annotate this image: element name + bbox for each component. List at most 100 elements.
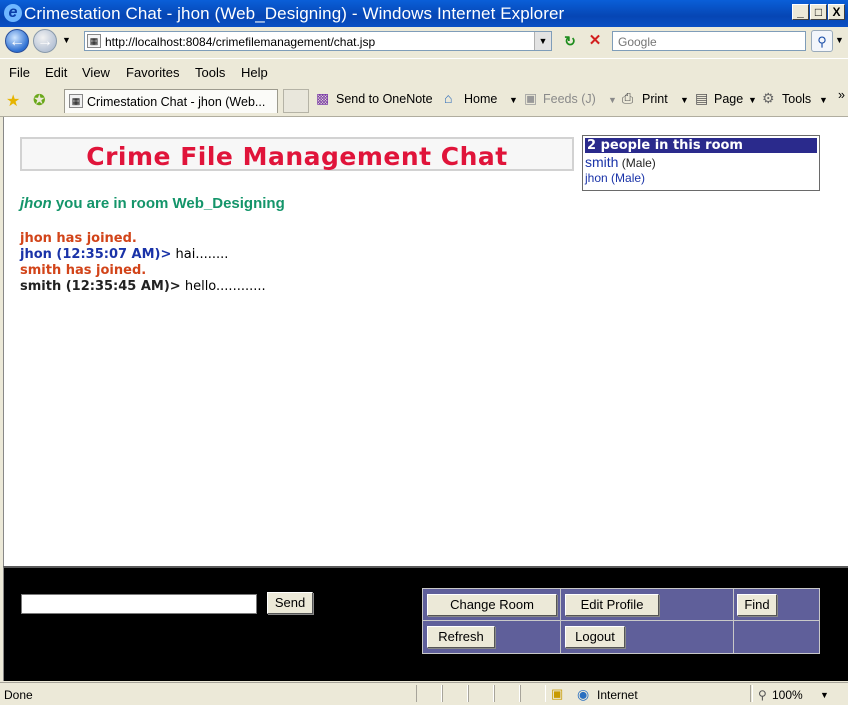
zoom-level[interactable]: 100% bbox=[772, 688, 803, 702]
table-divider bbox=[560, 589, 561, 653]
refresh-button[interactable]: Refresh bbox=[427, 626, 495, 648]
send-button[interactable]: Send bbox=[267, 592, 313, 614]
page-dropdown-icon[interactable]: ▼ bbox=[748, 95, 757, 105]
gear-icon: ⚙ bbox=[762, 90, 775, 106]
feeds-dropdown-icon[interactable]: ▼ bbox=[608, 95, 617, 105]
menu-view[interactable]: View bbox=[82, 65, 110, 80]
room-info: jhon you are in room Web_Designing bbox=[20, 195, 285, 212]
forward-arrow-icon: → bbox=[37, 33, 53, 50]
system-message: smith has joined. bbox=[20, 263, 147, 278]
message-sender: smith (12:35:45 AM)> bbox=[20, 279, 181, 294]
refresh-page-icon[interactable]: ↻ bbox=[560, 31, 580, 51]
menu-help[interactable]: Help bbox=[241, 65, 268, 80]
internet-zone-icon: ◉ bbox=[577, 686, 590, 702]
status-segment bbox=[750, 685, 753, 702]
new-tab-button[interactable] bbox=[283, 89, 309, 113]
protected-mode-icon[interactable]: ▣ bbox=[551, 686, 563, 702]
message-input[interactable] bbox=[21, 594, 257, 614]
menu-favorites[interactable]: Favorites bbox=[126, 65, 179, 80]
chat-message: jhon (12:35:07 AM)> hai........ bbox=[20, 247, 560, 263]
tab-title: Crimestation Chat - jhon (Web... bbox=[87, 95, 266, 109]
home-icon: ⌂ bbox=[444, 90, 453, 106]
tab-command-bar: ★ ✪ ▦ Crimestation Chat - jhon (Web... ▩… bbox=[0, 86, 848, 117]
favorites-star-icon[interactable]: ★ bbox=[6, 91, 20, 111]
window-title: Crimestation Chat - jhon (Web_Designing)… bbox=[24, 4, 565, 23]
person-item[interactable]: smith (Male) bbox=[585, 154, 817, 170]
tools-button[interactable]: Tools bbox=[782, 92, 811, 106]
chat-banner: Crime File Management Chat bbox=[20, 137, 574, 171]
search-input[interactable] bbox=[616, 33, 806, 51]
page-menu-icon: ▤ bbox=[695, 90, 709, 106]
page-icon: ▦ bbox=[87, 34, 101, 48]
toolbar-overflow-icon[interactable]: » bbox=[838, 88, 845, 102]
close-button[interactable]: X bbox=[828, 4, 845, 20]
chat-message: smith (12:35:45 AM)> hello............ bbox=[20, 279, 560, 295]
system-message: jhon has joined. bbox=[20, 231, 137, 246]
ie-logo-icon: e bbox=[4, 4, 22, 22]
maximize-button[interactable]: □ bbox=[810, 4, 827, 20]
people-list: 2 people in this room smith (Male) jhon … bbox=[582, 135, 820, 191]
history-dropdown-icon[interactable]: ▼ bbox=[62, 35, 71, 45]
status-segment bbox=[442, 685, 468, 702]
status-text: Done bbox=[4, 688, 33, 702]
page-button[interactable]: Page bbox=[714, 92, 743, 106]
address-toolbar: ← → ▼ ▦ http://localhost:8084/crimefilem… bbox=[0, 27, 848, 57]
back-arrow-icon: ← bbox=[9, 33, 25, 50]
message-text: hello............ bbox=[180, 279, 266, 294]
status-segment bbox=[494, 685, 520, 702]
status-segment bbox=[416, 685, 442, 702]
address-url[interactable]: http://localhost:8084/crimefilemanagemen… bbox=[105, 35, 375, 49]
menu-tools[interactable]: Tools bbox=[195, 65, 225, 80]
window-title-bar: e Crimestation Chat - jhon (Web_Designin… bbox=[0, 0, 848, 27]
menu-bar: File Edit View Favorites Tools Help bbox=[0, 58, 848, 87]
tools-dropdown-icon[interactable]: ▼ bbox=[819, 95, 828, 105]
tab-page-icon: ▦ bbox=[69, 94, 83, 108]
home-button[interactable]: Home bbox=[464, 92, 497, 106]
table-divider bbox=[733, 589, 734, 653]
send-to-onenote-button[interactable]: Send to OneNote bbox=[336, 92, 433, 106]
change-room-button[interactable]: Change Room bbox=[427, 594, 557, 616]
zoom-icon: ⚲ bbox=[758, 688, 767, 702]
people-count-header: 2 people in this room bbox=[585, 138, 817, 153]
logout-button[interactable]: Logout bbox=[565, 626, 625, 648]
find-button[interactable]: Find bbox=[737, 594, 777, 616]
menu-edit[interactable]: Edit bbox=[45, 65, 67, 80]
address-dropdown-icon[interactable]: ▼ bbox=[534, 32, 551, 50]
back-button[interactable]: ← bbox=[5, 29, 29, 53]
minimize-button[interactable]: _ bbox=[792, 4, 809, 20]
room-text: you are in room Web_Designing bbox=[51, 195, 285, 212]
status-bar: Done ▣ ◉ Internet ⚲ 100% ▼ bbox=[0, 682, 848, 705]
home-dropdown-icon[interactable]: ▼ bbox=[509, 95, 518, 105]
message-text: hai........ bbox=[171, 247, 229, 262]
forward-button[interactable]: → bbox=[33, 29, 57, 53]
edit-profile-button[interactable]: Edit Profile bbox=[565, 594, 659, 616]
table-divider bbox=[423, 620, 819, 621]
security-zone: Internet bbox=[597, 688, 638, 702]
status-segment bbox=[520, 685, 546, 702]
chat-page: Crime File Management Chat jhon you are … bbox=[3, 117, 848, 566]
feeds-icon: ▣ bbox=[524, 90, 538, 106]
print-button[interactable]: Print bbox=[642, 92, 668, 106]
onenote-icon: ▩ bbox=[316, 90, 330, 106]
address-bar[interactable]: ▦ http://localhost:8084/crimefilemanagem… bbox=[84, 31, 552, 51]
search-icon[interactable]: ⚲ bbox=[811, 30, 833, 52]
status-segment bbox=[468, 685, 494, 702]
person-gender: (Male) bbox=[618, 156, 656, 170]
stop-icon[interactable]: ✕ bbox=[585, 31, 605, 51]
menu-file[interactable]: File bbox=[9, 65, 30, 80]
current-user: jhon bbox=[20, 195, 52, 212]
page-title: Crime File Management Chat bbox=[86, 142, 508, 171]
print-icon: ⎙ bbox=[622, 90, 634, 106]
search-options-dropdown-icon[interactable]: ▼ bbox=[835, 35, 844, 45]
browser-tab[interactable]: ▦ Crimestation Chat - jhon (Web... bbox=[64, 89, 278, 113]
search-box[interactable] bbox=[612, 31, 806, 51]
feeds-button[interactable]: Feeds (J) bbox=[543, 92, 596, 106]
print-dropdown-icon[interactable]: ▼ bbox=[680, 95, 689, 105]
message-list: jhon has joined. jhon (12:35:07 AM)> hai… bbox=[20, 231, 560, 295]
chat-controls-panel: Send Change Room Edit Profile Find Refre… bbox=[3, 566, 848, 681]
person-name[interactable]: smith bbox=[585, 154, 618, 170]
message-sender: jhon (12:35:07 AM)> bbox=[20, 247, 172, 262]
person-item[interactable]: jhon (Male) bbox=[585, 171, 817, 185]
add-favorite-icon[interactable]: ✪ bbox=[33, 91, 46, 109]
zoom-dropdown-icon[interactable]: ▼ bbox=[820, 690, 829, 700]
